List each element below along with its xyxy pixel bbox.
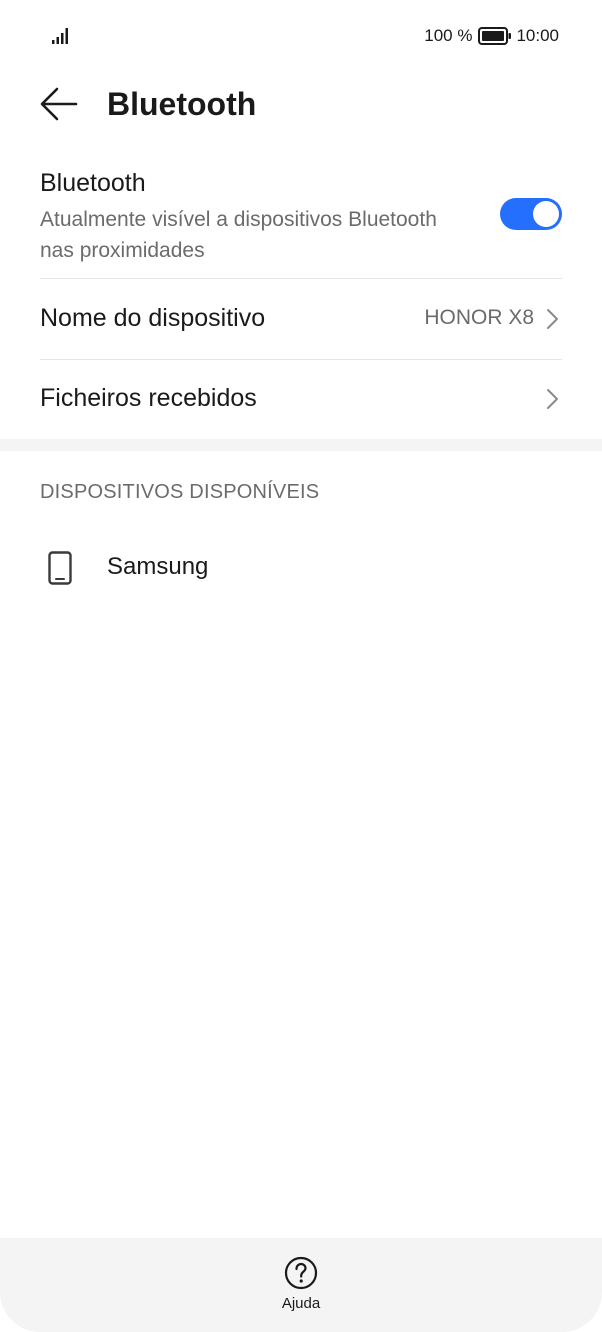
help-label: Ajuda xyxy=(281,1295,321,1312)
chevron-right-icon xyxy=(547,309,558,329)
page-title: Bluetooth xyxy=(107,86,257,122)
help-circle-icon xyxy=(284,1256,318,1290)
bottom-bar: Ajuda xyxy=(0,1238,602,1332)
available-devices-header: DISPOSITIVOS DISPONÍVEIS xyxy=(40,481,320,503)
received-files-row[interactable]: Ficheiros recebidos xyxy=(40,359,562,439)
device-name-label: Nome do dispositivo xyxy=(40,304,266,332)
device-name-row[interactable]: Nome do dispositivo HONOR X8 xyxy=(40,279,562,359)
device-name-value: HONOR X8 xyxy=(424,306,534,329)
arrow-left-icon[interactable] xyxy=(38,84,80,124)
help-button[interactable]: Ajuda xyxy=(261,1256,341,1320)
bluetooth-visibility-subtitle: Atualmente visível a dispositivos Blueto… xyxy=(40,208,437,262)
received-files-label: Ficheiros recebidos xyxy=(40,384,257,412)
bluetooth-toggle-row[interactable]: Bluetooth Atualmente visível a dispositi… xyxy=(40,166,562,278)
device-name: Samsung xyxy=(107,553,209,580)
clock: 10:00 xyxy=(516,26,559,45)
status-bar: 100 % 10:00 xyxy=(0,0,602,72)
chevron-right-icon xyxy=(547,389,558,409)
app-header: Bluetooth xyxy=(0,72,602,136)
section-separator xyxy=(0,439,602,451)
status-right: 100 % 10:00 xyxy=(424,26,559,46)
signal-icon xyxy=(52,28,68,44)
toggle-knob xyxy=(533,201,559,227)
phone-icon xyxy=(48,551,72,585)
battery-icon xyxy=(478,27,512,45)
bluetooth-toggle[interactable] xyxy=(500,198,562,230)
device-list-item[interactable]: Samsung xyxy=(40,530,562,604)
bluetooth-title: Bluetooth xyxy=(40,169,146,197)
battery-percent: 100 % xyxy=(424,26,473,45)
